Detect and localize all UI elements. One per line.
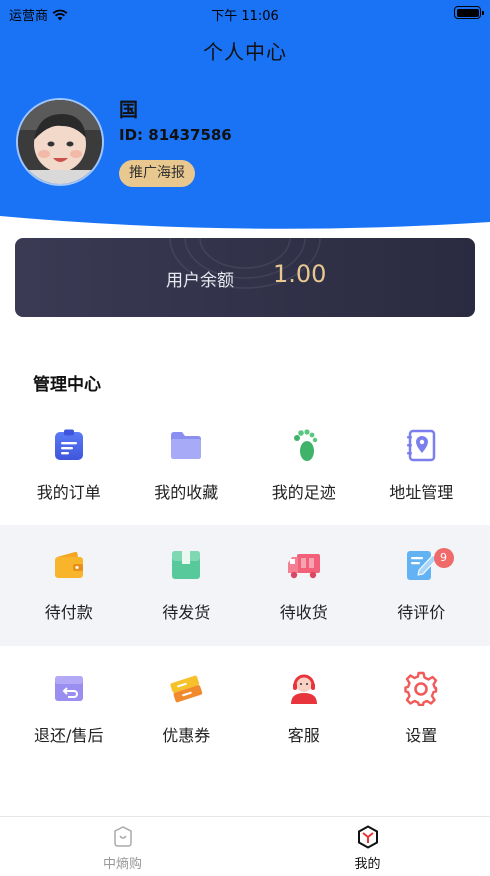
tab-mine[interactable]: 我的 xyxy=(245,817,490,876)
order-icon xyxy=(54,429,83,460)
status-time: 下午 11:06 xyxy=(211,9,279,24)
grid-label: 待收货 xyxy=(279,603,328,622)
settings-icon xyxy=(404,671,438,706)
settings-button[interactable]: 设置 xyxy=(363,648,481,768)
coupons-button[interactable]: 优惠券 xyxy=(128,648,246,768)
grid-row-services: 退还/售后 优惠券 客服 设置 xyxy=(0,648,490,768)
truck-icon xyxy=(287,554,320,579)
promo-poster-button[interactable]: 推广海报 xyxy=(119,160,195,187)
wallet-icon xyxy=(54,551,83,578)
service-icon xyxy=(290,674,317,704)
grid-label: 待付款 xyxy=(44,603,93,622)
bottom-tab-bar: 中熵购 我的 xyxy=(0,816,490,876)
grid-label: 设置 xyxy=(405,726,438,745)
manage-center-title: 管理中心 xyxy=(33,375,101,395)
pending-receipt-button[interactable]: 待收货 xyxy=(245,525,363,646)
review-count-badge: 9 xyxy=(433,548,454,568)
folder-icon xyxy=(171,432,202,459)
grid-row-orders: 待付款 待发货 待收货 待评价 9 xyxy=(0,525,490,646)
review-icon xyxy=(407,551,438,580)
balance-label: 用户余额 xyxy=(166,271,234,291)
grid-label: 我的收藏 xyxy=(154,483,219,502)
my-favorites-button[interactable]: 我的收藏 xyxy=(128,405,246,523)
address-management-button[interactable]: 地址管理 xyxy=(363,405,481,523)
grid-label: 我的订单 xyxy=(36,483,101,502)
page-title: 个人中心 xyxy=(203,40,287,64)
home-icon xyxy=(113,826,132,847)
tab-label: 中熵购 xyxy=(102,857,142,872)
my-footprints-button[interactable]: 我的足迹 xyxy=(245,405,363,523)
mine-icon xyxy=(357,825,378,849)
user-name: 国 xyxy=(119,99,139,121)
return-icon xyxy=(54,676,83,701)
grid-label: 地址管理 xyxy=(389,483,454,502)
coupon-icon xyxy=(170,675,203,703)
balance-card[interactable]: 用户余额 1.00 xyxy=(15,238,475,317)
pending-payment-button[interactable]: 待付款 xyxy=(10,525,128,646)
my-orders-button[interactable]: 我的订单 xyxy=(10,405,128,523)
balance-value: 1.00 xyxy=(273,260,327,288)
customer-service-button[interactable]: 客服 xyxy=(245,648,363,768)
personal-center-page: 运营商 下午 11:06 个人中心 国 ID: 81437586 推广海报 用户… xyxy=(0,0,490,876)
grid-label: 待评价 xyxy=(397,603,446,622)
user-id: ID: 81437586 xyxy=(119,126,232,144)
footprint-icon xyxy=(293,429,317,461)
battery-icon xyxy=(454,6,484,19)
grid-row-account: 我的订单 我的收藏 我的足迹 地址管理 xyxy=(0,405,490,523)
pending-shipment-button[interactable]: 待发货 xyxy=(128,525,246,646)
grid-label: 我的足迹 xyxy=(271,483,336,502)
grid-label: 客服 xyxy=(287,726,320,745)
grid-label: 退还/售后 xyxy=(34,726,104,745)
grid-label: 优惠券 xyxy=(162,726,211,745)
status-bar: 运营商 下午 11:06 xyxy=(0,0,490,26)
returns-after-sales-button[interactable]: 退还/售后 xyxy=(10,648,128,768)
grid-label: 待发货 xyxy=(162,603,211,622)
package-icon xyxy=(172,551,201,579)
avatar[interactable] xyxy=(16,98,104,186)
address-icon xyxy=(407,429,436,462)
tab-home[interactable]: 中熵购 xyxy=(0,817,245,876)
pending-review-button[interactable]: 待评价 9 xyxy=(363,525,481,646)
tab-label: 我的 xyxy=(354,857,381,872)
